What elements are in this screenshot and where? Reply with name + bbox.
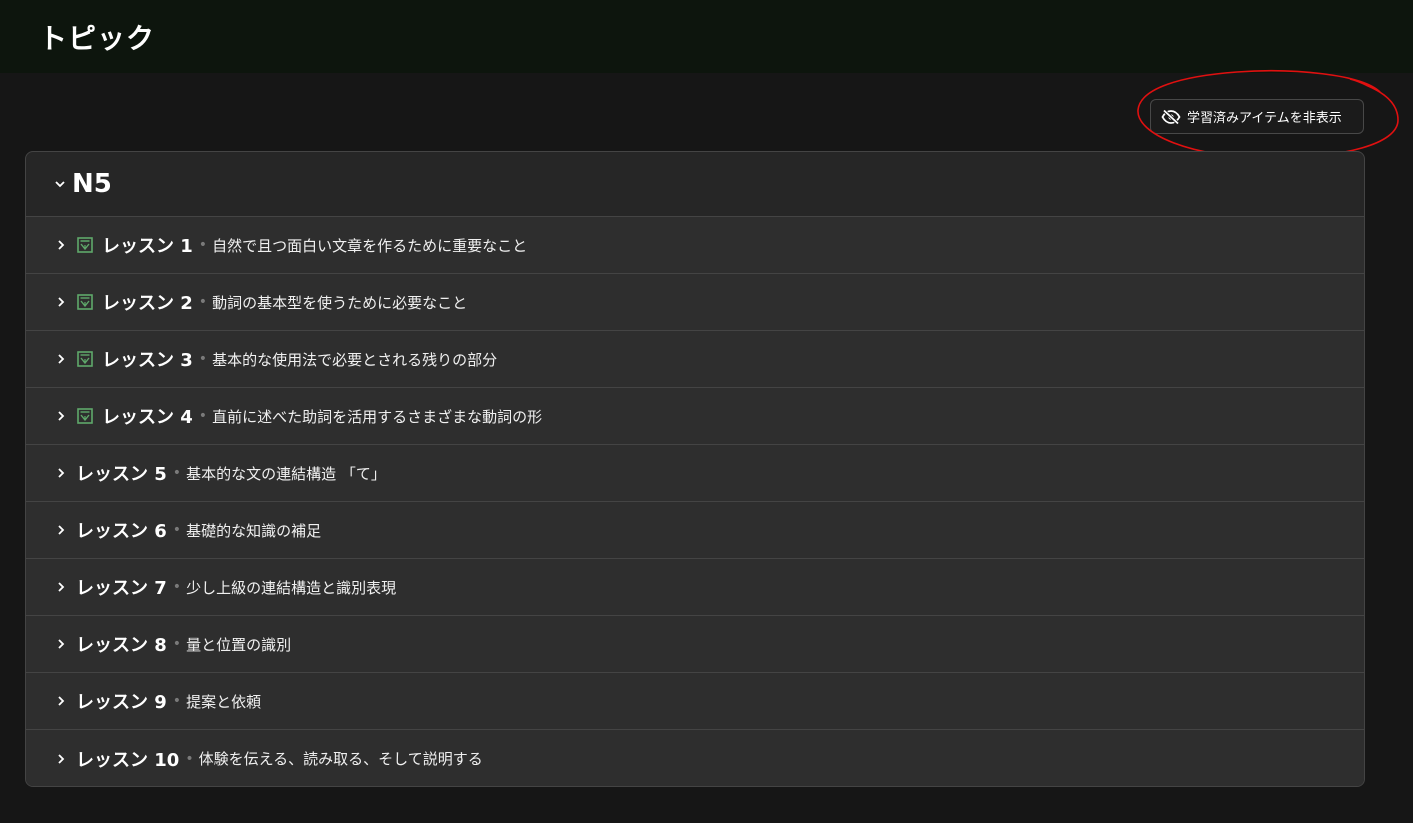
section-header-n5[interactable]: N5 [26, 152, 1364, 217]
separator-dot: • [172, 636, 182, 652]
eye-off-icon [1161, 108, 1181, 125]
top-bar: トピック [0, 0, 1413, 73]
separator-dot: • [198, 351, 208, 367]
separator-dot: • [172, 579, 182, 595]
lesson-row[interactable]: レッスン 4 • 直前に述べた助詞を活用するさまざまな動詞の形 [26, 388, 1364, 445]
lesson-row[interactable]: レッスン 7 • 少し上級の連結構造と識別表現 [26, 559, 1364, 616]
lesson-description: 動詞の基本型を使うために必要なこと [212, 293, 468, 312]
chevron-right-icon [56, 353, 68, 365]
lesson-row[interactable]: レッスン 5 • 基本的な文の連結構造 「て」 [26, 445, 1364, 502]
lesson-name: レッスン 10 [76, 749, 180, 771]
lesson-name: レッスン 5 [76, 464, 167, 485]
lesson-description: 体験を伝える、読み取る、そして説明する [198, 750, 483, 768]
hide-learned-items-label: 学習済みアイテムを非表示 [1187, 111, 1342, 126]
lesson-description: 少し上級の連結構造と識別表現 [186, 578, 397, 597]
section-title: N5 [72, 169, 112, 199]
hide-learned-items-button[interactable]: 学習済みアイテムを非表示 [1150, 99, 1364, 134]
separator-dot: • [198, 237, 208, 253]
lesson-row[interactable]: レッスン 10 • 体験を伝える、読み取る、そして説明する [26, 730, 1364, 786]
lesson-name: レッスン 4 [102, 407, 193, 428]
check-square-icon [76, 407, 94, 425]
lesson-name: レッスン 9 [76, 692, 167, 713]
chevron-right-icon [56, 753, 68, 765]
chevron-right-icon [56, 296, 68, 308]
lesson-description: 直前に述べた助詞を活用するさまざまな動詞の形 [212, 407, 543, 426]
chevron-right-icon [56, 524, 68, 536]
separator-dot: • [198, 294, 208, 310]
separator-dot: • [172, 522, 182, 538]
lesson-row[interactable]: レッスン 8 • 量と位置の識別 [26, 616, 1364, 673]
check-square-icon [76, 350, 94, 368]
lesson-row[interactable]: レッスン 1 • 自然で且つ面白い文章を作るために重要なこと [26, 217, 1364, 274]
check-square-icon [76, 236, 94, 254]
lesson-description: 量と位置の識別 [186, 635, 292, 654]
lesson-name: レッスン 8 [76, 635, 167, 656]
lesson-name: レッスン 1 [102, 236, 193, 257]
lesson-row[interactable]: レッスン 9 • 提案と依頼 [26, 673, 1364, 730]
chevron-right-icon [56, 695, 68, 707]
page-title: トピック [39, 21, 156, 55]
chevron-right-icon [56, 467, 68, 479]
lesson-row[interactable]: レッスン 3 • 基本的な使用法で必要とされる残りの部分 [26, 331, 1364, 388]
chevron-right-icon [56, 239, 68, 251]
lesson-list: レッスン 1 • 自然で且つ面白い文章を作るために重要なこと レッスン 2 • 動詞の基本… [26, 217, 1364, 786]
lesson-description: 基礎的な知識の補足 [186, 521, 322, 540]
lesson-row[interactable]: レッスン 6 • 基礎的な知識の補足 [26, 502, 1364, 559]
lesson-name: レッスン 7 [76, 578, 167, 599]
chevron-right-icon [56, 638, 68, 650]
separator-dot: • [172, 465, 182, 481]
check-square-icon [76, 293, 94, 311]
lesson-name: レッスン 3 [102, 350, 193, 371]
chevron-right-icon [56, 410, 68, 422]
lesson-description: 自然で且つ面白い文章を作るために重要なこと [212, 236, 528, 255]
lesson-name: レッスン 6 [76, 521, 167, 542]
chevron-right-icon [56, 581, 68, 593]
separator-dot: • [198, 408, 208, 424]
lesson-description: 提案と依頼 [186, 692, 262, 711]
lesson-description: 基本的な文の連結構造 「て」 [186, 464, 386, 483]
lesson-name: レッスン 2 [102, 293, 193, 314]
topic-section-panel: N5 レッスン 1 • 自然で且つ面白い文章を作るために重要なこと レッスン 2 • 動詞… [25, 151, 1365, 787]
separator-dot: • [185, 750, 194, 767]
lesson-row[interactable]: レッスン 2 • 動詞の基本型を使うために必要なこと [26, 274, 1364, 331]
separator-dot: • [172, 693, 182, 709]
chevron-down-icon [54, 178, 66, 190]
lesson-description: 基本的な使用法で必要とされる残りの部分 [212, 350, 498, 369]
